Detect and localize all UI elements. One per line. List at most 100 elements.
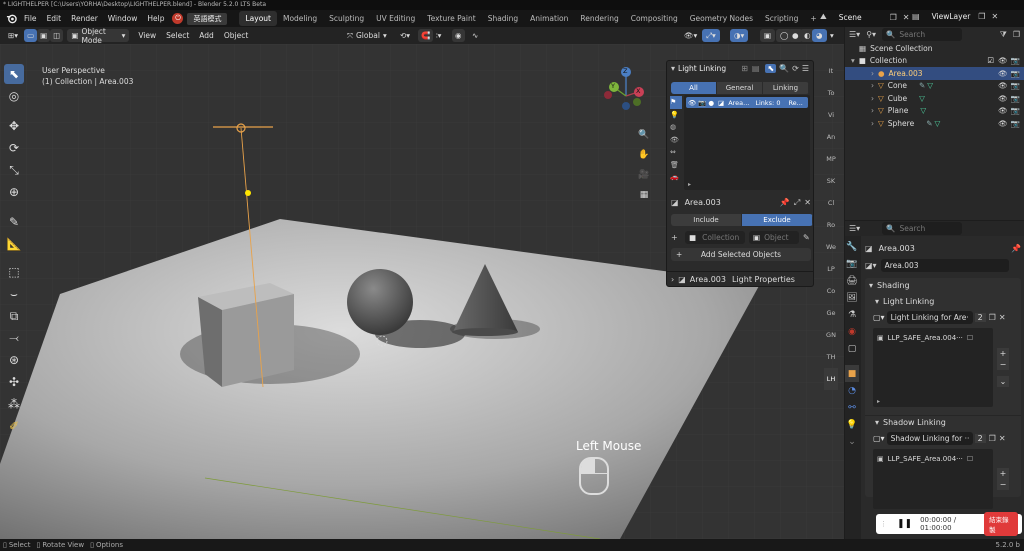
- filter-icon[interactable]: ⚲▾: [866, 30, 876, 39]
- eyedropper-icon[interactable]: ✎: [803, 233, 810, 242]
- new-view-layer-icon[interactable]: ❐: [978, 12, 985, 21]
- zoom-icon[interactable]: 🔍: [637, 126, 651, 144]
- exclude-tab[interactable]: Exclude: [742, 214, 813, 226]
- checkbox-icon[interactable]: ☐: [967, 334, 973, 342]
- scale-tool-icon[interactable]: ⤡: [4, 160, 24, 180]
- snap-target-icon[interactable]: ⦙▾: [432, 29, 445, 42]
- user-count[interactable]: 2: [974, 434, 986, 443]
- tab-compositing[interactable]: Compositing: [625, 11, 684, 26]
- ll-item-action[interactable]: Re...: [788, 99, 802, 107]
- rotate-tool-icon[interactable]: ⟳: [4, 138, 24, 158]
- measure-tool-icon[interactable]: 📐: [4, 234, 24, 254]
- tab-tool[interactable]: To: [824, 82, 838, 104]
- drag-handle-icon[interactable]: ⋮: [880, 520, 887, 528]
- collection-icon[interactable]: ▢▾: [873, 313, 885, 322]
- spin-tool-icon[interactable]: ⊛: [4, 350, 24, 370]
- tab-animation[interactable]: Animation: [524, 11, 574, 26]
- light-linking-subheader[interactable]: ▾ Light Linking: [865, 294, 1021, 308]
- randomize-tool-icon[interactable]: ⁂: [4, 394, 24, 414]
- menu-window[interactable]: Window: [103, 10, 143, 27]
- remove-icon[interactable]: −: [997, 479, 1009, 490]
- xray-icon[interactable]: ▣: [760, 29, 776, 42]
- properties-search-input[interactable]: 🔍 Search: [882, 222, 963, 235]
- tab-ro[interactable]: Ro: [824, 214, 838, 236]
- curve-tool-icon[interactable]: ⌣: [4, 284, 24, 304]
- shadow-linking-subheader[interactable]: ▾ Shadow Linking: [865, 415, 1021, 429]
- menu-view[interactable]: View: [133, 31, 161, 40]
- tab-uv-editing[interactable]: UV Editing: [370, 11, 421, 26]
- tab-sculpting[interactable]: Sculpting: [323, 11, 370, 26]
- collection-tab-icon[interactable]: ▢: [845, 340, 859, 357]
- select-extend-icon[interactable]: ▣: [37, 29, 51, 42]
- ll-select-icon[interactable]: ⬉: [765, 64, 777, 73]
- camera-icon[interactable]: 📷: [1011, 81, 1020, 90]
- car-filter-icon[interactable]: 🚗: [670, 171, 682, 184]
- overlay-toggle-icon[interactable]: ◑▾: [730, 29, 749, 42]
- pin-icon[interactable]: 📌: [780, 198, 790, 207]
- visibility-icon[interactable]: 👁▾: [680, 29, 701, 42]
- eye-icon[interactable]: 👁: [998, 81, 1008, 90]
- collection-icon[interactable]: ▢▾: [873, 434, 885, 443]
- falloff-icon[interactable]: ∿: [468, 29, 482, 42]
- menu-render[interactable]: Render: [66, 10, 103, 27]
- list-menu-icon[interactable]: ⌄: [997, 376, 1009, 387]
- tab-item[interactable]: It: [824, 60, 838, 82]
- ll-menu-icon[interactable]: ☰: [802, 64, 809, 73]
- outliner-type-icon[interactable]: ☰▾: [849, 30, 860, 39]
- gizmo-toggle-icon[interactable]: ⤢▾: [702, 29, 720, 42]
- smooth-tool-icon[interactable]: ✣: [4, 372, 24, 392]
- constraints-tab-icon[interactable]: ⚯: [845, 399, 859, 416]
- sl-collection-field[interactable]: Shadow Linking for ···: [886, 432, 973, 445]
- popout-icon[interactable]: ⤢: [794, 198, 800, 208]
- eye-icon[interactable]: 👁: [998, 69, 1008, 78]
- remove-icon[interactable]: −: [997, 359, 1009, 370]
- proportional-edit-icon[interactable]: ◉: [452, 29, 465, 42]
- tab-modeling[interactable]: Modeling: [277, 11, 323, 26]
- tab-co[interactable]: Co: [824, 280, 838, 302]
- pivot-icon[interactable]: ⟲▾: [396, 29, 414, 42]
- add-icon[interactable]: +: [997, 468, 1009, 479]
- bulb-filter-icon[interactable]: 💡: [670, 109, 682, 122]
- tab-geometry-nodes[interactable]: Geometry Nodes: [684, 11, 759, 26]
- editor-type-button[interactable]: ⊞▾: [4, 29, 22, 42]
- tab-gn[interactable]: GN: [824, 324, 838, 346]
- ll-tab-general[interactable]: General: [717, 82, 763, 94]
- add-icon[interactable]: +: [671, 233, 681, 242]
- camera-icon[interactable]: 📷: [698, 99, 706, 107]
- camera-icon[interactable]: 📷: [1011, 106, 1020, 115]
- add-icon[interactable]: +: [997, 348, 1009, 359]
- unlink-icon[interactable]: ✕: [999, 434, 1006, 443]
- data-tab-icon[interactable]: 💡: [845, 416, 859, 433]
- eye-icon[interactable]: 👁: [688, 99, 696, 107]
- tab-view[interactable]: Vi: [824, 104, 838, 126]
- camera-icon[interactable]: 📷: [1011, 69, 1020, 78]
- tab-lh[interactable]: LH: [824, 368, 838, 390]
- ll-tab-all[interactable]: All: [671, 82, 717, 94]
- menu-add[interactable]: Add: [194, 31, 219, 40]
- ll-list-item[interactable]: 👁 📷 ● ◪ Area... Links: 0 Re...: [686, 97, 808, 108]
- outliner-item[interactable]: › ▽ Sphere ✎ ▽ 👁 📷: [845, 117, 1024, 130]
- ll-pin-icon[interactable]: ⊞: [741, 64, 748, 73]
- eye-filter-icon[interactable]: 👁: [670, 134, 682, 147]
- eye-icon[interactable]: 👁: [998, 119, 1008, 128]
- camera-icon[interactable]: 📷: [1011, 119, 1020, 128]
- tab-scripting[interactable]: Scripting: [759, 11, 804, 26]
- shading-header[interactable]: ▾ Shading: [865, 278, 1021, 292]
- collection-field[interactable]: ■ Collection: [685, 231, 745, 244]
- outliner-collection[interactable]: ▾ ■ Collection ☑ 👁 📷: [845, 55, 1024, 68]
- tab-texture-paint[interactable]: Texture Paint: [421, 11, 481, 26]
- tab-shading[interactable]: Shading: [482, 11, 524, 26]
- tab-cl[interactable]: Cl: [824, 192, 838, 214]
- arrows-filter-icon[interactable]: ⇔: [670, 146, 682, 159]
- menu-file[interactable]: File: [19, 10, 42, 27]
- eye-icon[interactable]: 👁: [998, 94, 1008, 103]
- tab-lp[interactable]: LP: [824, 258, 838, 280]
- eye-icon[interactable]: 👁: [998, 56, 1008, 65]
- grid-view-icon[interactable]: ▦: [637, 186, 651, 204]
- tab-mp[interactable]: MP: [824, 148, 838, 170]
- move-tool-icon[interactable]: ✥: [4, 116, 24, 136]
- user-count[interactable]: 2: [974, 313, 986, 322]
- pan-hand-icon[interactable]: ✋: [637, 146, 651, 164]
- tab-ge[interactable]: Ge: [824, 302, 838, 324]
- pin-icon[interactable]: 📌: [1011, 244, 1021, 253]
